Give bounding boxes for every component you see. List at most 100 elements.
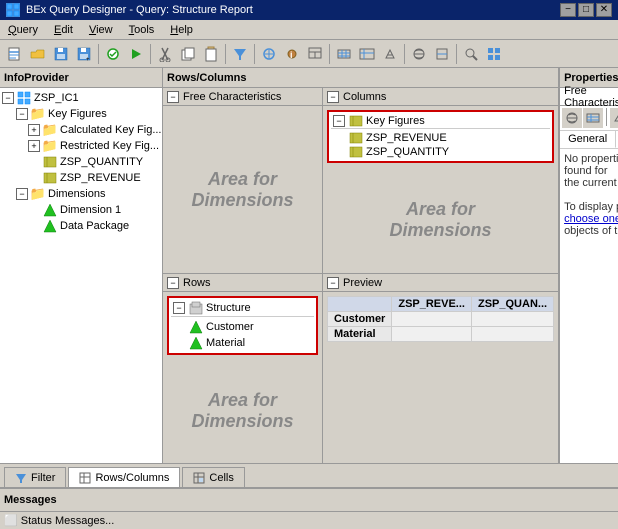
zsp-quantity-col[interactable]: ZSP_QUANTITY <box>331 145 550 159</box>
preview-row-0: Customer <box>328 312 554 327</box>
menu-query[interactable]: Query <box>4 23 42 37</box>
zsp-revenue-node[interactable]: ZSP_REVENUE <box>2 170 160 186</box>
messages-bar: Messages <box>0 487 618 511</box>
maximize-button[interactable]: □ <box>578 3 594 17</box>
sep6 <box>404 44 405 64</box>
data-pkg-node[interactable]: Data Package <box>2 218 160 234</box>
dimensions-node[interactable]: − 📁 Dimensions <box>2 186 160 202</box>
new-button[interactable] <box>4 43 26 65</box>
customer-label: Customer <box>206 321 254 333</box>
svg-text:+: + <box>86 57 90 62</box>
check-button[interactable] <box>102 43 124 65</box>
columns-placeholder: Area forDimensions <box>390 199 492 241</box>
save-button[interactable] <box>50 43 72 65</box>
copy-button[interactable] <box>177 43 199 65</box>
material-row[interactable]: Material <box>171 335 314 351</box>
tb-btn-10[interactable] <box>431 43 453 65</box>
preview-expand[interactable]: − <box>327 277 339 289</box>
preview-col-header-0: ZSP_REVE... <box>392 297 472 312</box>
free-chars-area: Area forDimensions <box>163 106 322 273</box>
minimize-button[interactable]: − <box>560 3 576 17</box>
choose-one-link[interactable]: choose one or... <box>564 213 618 225</box>
properties-tabs: General <box>560 131 618 149</box>
tab-cells-label: Cells <box>209 472 233 484</box>
paste-button[interactable] <box>200 43 222 65</box>
sep4 <box>254 44 255 64</box>
key-figures-label: Key Figures <box>48 108 107 120</box>
close-button[interactable]: ✕ <box>596 3 612 17</box>
tb-btn-12[interactable] <box>483 43 505 65</box>
columns-area: Area forDimensions <box>323 167 558 273</box>
tab-general[interactable]: General <box>560 131 616 148</box>
save-as-button[interactable]: + <box>73 43 95 65</box>
zsp-quantity-label: ZSP_QUANTITY <box>60 156 143 168</box>
sep7 <box>456 44 457 64</box>
preview-cell-11 <box>471 327 553 342</box>
rows-expand[interactable]: − <box>167 277 179 289</box>
open-button[interactable] <box>27 43 49 65</box>
menu-view[interactable]: View <box>85 23 117 37</box>
kf-expand[interactable]: − <box>16 108 28 120</box>
menu-help[interactable]: Help <box>166 23 197 37</box>
toolbar: + i <box>0 40 618 68</box>
dim-expand[interactable]: − <box>16 188 28 200</box>
customer-row[interactable]: Customer <box>171 319 314 335</box>
tb-btn-8[interactable] <box>379 43 401 65</box>
tb-btn-6[interactable] <box>333 43 355 65</box>
tab-cells[interactable]: Cells <box>182 467 244 487</box>
calc-kf-icon: 📁 <box>42 123 58 137</box>
calc-kf-node[interactable]: + 📁 Calculated Key Fig... <box>2 122 160 138</box>
free-chars-label: Free Characteristics <box>183 91 281 103</box>
tab-filter[interactable]: Filter <box>4 467 66 487</box>
root-node[interactable]: − ZSP_IC1 <box>2 90 160 106</box>
tb-btn-5[interactable] <box>304 43 326 65</box>
columns-sub-header: − Columns <box>323 88 558 106</box>
filter-toolbar-button[interactable] <box>229 43 251 65</box>
global-filter-button[interactable] <box>258 43 280 65</box>
root-expand[interactable]: − <box>2 92 14 104</box>
prop-text: No properties arefound forthe current se… <box>564 153 618 189</box>
preview-label: Preview <box>343 277 382 289</box>
free-chars-expand[interactable]: − <box>167 91 179 103</box>
rows-cols-label: Rows/Columns <box>167 72 246 84</box>
prop-tb-3[interactable] <box>610 108 618 128</box>
tb-btn-7[interactable] <box>356 43 378 65</box>
restricted-kf-expand[interactable]: + <box>28 140 40 152</box>
tb-btn-9[interactable] <box>408 43 430 65</box>
root-icon <box>16 91 32 105</box>
free-chars-placeholder: Area forDimensions <box>191 169 293 211</box>
title-text: BEx Query Designer - Query: Structure Re… <box>26 4 253 16</box>
material-label: Material <box>206 337 245 349</box>
preview-col-header-1: ZSP_QUAN... <box>471 297 553 312</box>
restricted-kf-node[interactable]: + 📁 Restricted Key Fig... <box>2 138 160 154</box>
title-bar: BEx Query Designer - Query: Structure Re… <box>0 0 618 20</box>
rows-label: Rows <box>183 277 211 289</box>
calc-kf-expand[interactable]: + <box>28 124 40 136</box>
menu-edit[interactable]: Edit <box>50 23 77 37</box>
prop-tb-2[interactable] <box>583 108 603 128</box>
dim1-node[interactable]: Dimension 1 <box>2 202 160 218</box>
columns-expand[interactable]: − <box>327 91 339 103</box>
menu-bar: Query Edit View Tools Help <box>0 20 618 40</box>
dim-folder-icon: 📁 <box>30 187 46 201</box>
rows-cols-panel: Rows/Columns − Free Characteristics Area… <box>163 68 559 463</box>
data-pkg-label: Data Package <box>60 220 129 232</box>
menu-tools[interactable]: Tools <box>125 23 159 37</box>
prop-tb-1[interactable] <box>562 108 582 128</box>
bottom-tabs: Filter Rows/Columns Cells <box>0 463 618 487</box>
col-kf-node-label: Key Figures <box>366 115 425 127</box>
preview-empty-header <box>328 297 392 312</box>
execute-button[interactable] <box>125 43 147 65</box>
restricted-kf-icon: 📁 <box>42 139 58 153</box>
properties-toolbar-button[interactable]: i <box>281 43 303 65</box>
tab-rows-cols[interactable]: Rows/Columns <box>68 467 180 487</box>
zsp-revenue-col[interactable]: ZSP_REVENUE <box>331 131 550 145</box>
key-figures-node[interactable]: − 📁 Key Figures <box>2 106 160 122</box>
properties-toolbar: i <box>560 106 618 131</box>
dimensions-label: Dimensions <box>48 188 105 200</box>
zsp-quantity-node[interactable]: ZSP_QUANTITY <box>2 154 160 170</box>
tb-btn-11[interactable] <box>460 43 482 65</box>
cut-button[interactable] <box>154 43 176 65</box>
restricted-kf-label: Restricted Key Fig... <box>60 140 159 152</box>
free-chars-panel: − Free Characteristics Area forDimension… <box>163 88 323 273</box>
